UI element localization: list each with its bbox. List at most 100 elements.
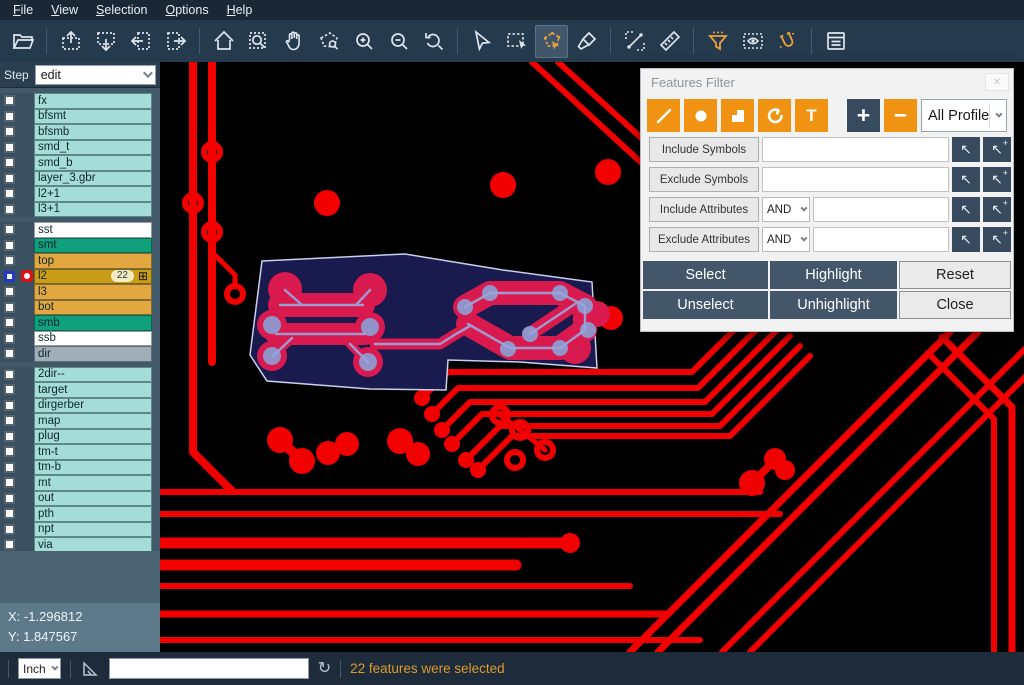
layer-name-bar[interactable]: mt ⊞	[34, 475, 152, 491]
layer-row[interactable]: smd_t ⊞	[0, 140, 160, 156]
filter-pad-button[interactable]	[684, 99, 717, 132]
filter-value-input[interactable]	[762, 167, 949, 192]
pick-add-from-screen-button[interactable]: ↖ +	[983, 137, 1011, 162]
filter-value-input[interactable]	[813, 227, 949, 252]
menu-item[interactable]: Help	[218, 1, 262, 19]
layer-visibility-checkbox[interactable]	[4, 111, 15, 122]
layer-name-bar[interactable]: smd_b ⊞	[34, 155, 152, 171]
layer-visibility-checkbox[interactable]	[4, 415, 15, 426]
logic-operator-select[interactable]: AND	[762, 227, 810, 252]
send-down-button[interactable]	[89, 25, 122, 58]
layer-visibility-cell[interactable]	[0, 346, 19, 362]
zoom-area-button[interactable]	[242, 25, 275, 58]
pick-from-screen-button[interactable]: ↖	[952, 227, 980, 252]
layer-name-bar[interactable]: smb ⊞	[34, 315, 152, 331]
zoom-in-button[interactable]	[347, 25, 380, 58]
layer-visibility-cell[interactable]	[0, 491, 19, 507]
layer-row[interactable]: pth ⊞	[0, 506, 160, 522]
layer-visibility-checkbox[interactable]	[4, 224, 15, 235]
layer-row[interactable]: out ⊞	[0, 491, 160, 507]
clean-brush-button[interactable]	[570, 25, 603, 58]
layer-visibility-checkbox[interactable]	[4, 477, 15, 488]
layer-visibility-cell[interactable]	[0, 269, 19, 285]
layer-name-bar[interactable]: l3+1 ⊞	[34, 202, 152, 218]
filter-row-label-button[interactable]: Include Symbols	[649, 137, 759, 162]
select-button[interactable]: Select	[643, 261, 768, 289]
layer-row[interactable]: tm-t ⊞	[0, 444, 160, 460]
layer-visibility-checkbox[interactable]	[4, 508, 15, 519]
layer-row[interactable]: npt ⊞	[0, 522, 160, 538]
filter-text-button[interactable]: T	[795, 99, 828, 132]
layer-row[interactable]: dir ⊞	[0, 346, 160, 362]
unselect-button[interactable]: Unselect	[643, 291, 768, 319]
layer-visibility-checkbox[interactable]	[4, 173, 15, 184]
features-filter-button[interactable]	[701, 25, 734, 58]
layer-row[interactable]: tm-b ⊞	[0, 460, 160, 476]
layer-visibility-checkbox[interactable]	[4, 333, 15, 344]
layer-row[interactable]: fx ⊞	[0, 93, 160, 109]
layer-visibility-checkbox[interactable]	[4, 255, 15, 266]
menu-item[interactable]: Selection	[87, 1, 156, 19]
close-button[interactable]: Close	[899, 291, 1011, 319]
layer-row[interactable]: sst ⊞	[0, 222, 160, 238]
filter-row-label-button[interactable]: Exclude Attributes	[649, 227, 759, 252]
logic-operator-select[interactable]: AND	[762, 197, 810, 222]
layer-name-bar[interactable]: fx ⊞	[34, 93, 152, 109]
layer-name-bar[interactable]: bot ⊞	[34, 300, 152, 316]
pick-from-screen-button[interactable]: ↖	[952, 137, 980, 162]
filter-arc-button[interactable]	[758, 99, 791, 132]
layer-visibility-checkbox[interactable]	[4, 157, 15, 168]
zoom-polygon-button[interactable]	[312, 25, 345, 58]
layer-visibility-checkbox[interactable]	[4, 493, 15, 504]
layer-visibility-cell[interactable]	[0, 222, 19, 238]
layer-name-bar[interactable]: smd_t ⊞	[34, 140, 152, 156]
layer-visibility-cell[interactable]	[0, 93, 19, 109]
layer-visibility-checkbox[interactable]	[4, 204, 15, 215]
layer-visibility-checkbox[interactable]	[4, 142, 15, 153]
command-input[interactable]	[109, 658, 309, 679]
layer-name-bar[interactable]: 2dir-- ⊞	[34, 367, 152, 383]
filter-row-label-button[interactable]: Exclude Symbols	[649, 167, 759, 192]
layer-visibility-checkbox[interactable]	[4, 446, 15, 457]
layer-visibility-cell[interactable]	[0, 382, 19, 398]
measure-distance-button[interactable]	[618, 25, 651, 58]
select-polygon-button[interactable]	[535, 25, 568, 58]
layer-visibility-checkbox[interactable]	[4, 240, 15, 251]
layer-name-bar[interactable]: l2+1 ⊞	[34, 186, 152, 202]
home-view-button[interactable]	[207, 25, 240, 58]
layer-visibility-checkbox[interactable]	[4, 431, 15, 442]
layer-visibility-checkbox[interactable]	[4, 400, 15, 411]
menu-item[interactable]: File	[4, 1, 42, 19]
layer-visibility-cell[interactable]	[0, 460, 19, 476]
layer-name-bar[interactable]: ssb ⊞	[34, 331, 152, 347]
layer-visibility-cell[interactable]	[0, 475, 19, 491]
send-left-button[interactable]	[124, 25, 157, 58]
layer-visibility-checkbox[interactable]	[4, 95, 15, 106]
layer-visibility-checkbox[interactable]	[4, 524, 15, 535]
layer-visibility-cell[interactable]	[0, 367, 19, 383]
layer-row[interactable]: smt ⊞	[0, 238, 160, 254]
zoom-out-button[interactable]	[382, 25, 415, 58]
layer-list-panel-button[interactable]	[819, 25, 852, 58]
layer-row[interactable]: 2dir-- ⊞	[0, 367, 160, 383]
menu-item[interactable]: Options	[156, 1, 217, 19]
layer-visibility-checkbox[interactable]	[4, 302, 15, 313]
layer-visibility-cell[interactable]	[0, 202, 19, 218]
layer-visibility-cell[interactable]	[0, 522, 19, 538]
layer-visibility-cell[interactable]	[0, 300, 19, 316]
layer-row[interactable]: l3+1 ⊞	[0, 202, 160, 218]
layer-row[interactable]: dirgerber ⊞	[0, 398, 160, 414]
layer-visibility-checkbox[interactable]	[4, 384, 15, 395]
layer-visibility-cell[interactable]	[0, 413, 19, 429]
layer-visibility-cell[interactable]	[0, 109, 19, 125]
layer-row[interactable]: ssb ⊞	[0, 331, 160, 347]
layer-name-bar[interactable]: tm-t ⊞	[34, 444, 152, 460]
layer-visibility-checkbox[interactable]	[4, 286, 15, 297]
layer-name-bar[interactable]: pth ⊞	[34, 506, 152, 522]
unhighlight-button[interactable]: Unhighlight	[770, 291, 897, 319]
layer-row[interactable]: layer_3.gbr ⊞	[0, 171, 160, 187]
layer-name-bar[interactable]: out ⊞	[34, 491, 152, 507]
layer-name-bar[interactable]: map ⊞	[34, 413, 152, 429]
layer-name-bar[interactable]: tm-b ⊞	[34, 460, 152, 476]
layer-visibility-checkbox[interactable]	[4, 369, 15, 380]
